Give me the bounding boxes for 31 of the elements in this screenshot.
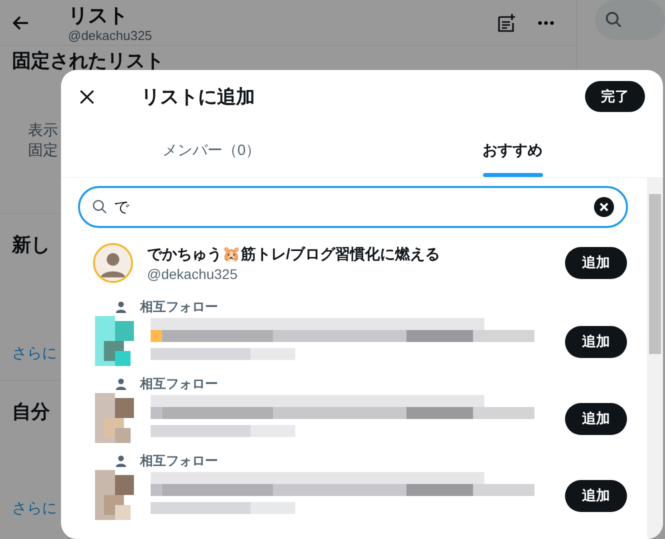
- new-list-icon[interactable]: [496, 12, 516, 32]
- add-button[interactable]: 追加: [565, 403, 627, 435]
- search-field[interactable]: で: [78, 186, 628, 228]
- person-icon: [115, 301, 127, 313]
- tab[interactable]: メンバー（0）: [61, 123, 362, 177]
- tab[interactable]: おすすめ: [362, 123, 663, 177]
- page-title: リスト: [68, 4, 129, 28]
- description-text: 表示: [28, 121, 58, 141]
- section-title: 自分: [12, 401, 50, 425]
- scrollbar[interactable]: [647, 178, 663, 538]
- section-title: 固定されたリスト: [12, 50, 164, 74]
- context-label: 相互フォロー: [140, 375, 218, 393]
- search-field[interactable]: [595, 0, 665, 40]
- done-button[interactable]: 完了: [585, 81, 645, 112]
- dialog-title: リストに追加: [141, 86, 256, 110]
- add-button[interactable]: 追加: [565, 326, 627, 358]
- close-icon[interactable]: [78, 88, 96, 106]
- account-name: でかちゅう🐹筋トレ/ブログ習慣化に燃える: [147, 244, 442, 264]
- add-button[interactable]: 追加: [565, 247, 627, 279]
- clear-icon[interactable]: [594, 197, 614, 217]
- section-title: 新し: [12, 234, 50, 258]
- add-button[interactable]: 追加: [565, 480, 627, 512]
- person-icon: [115, 378, 127, 390]
- account-handle: @dekachu325: [147, 266, 239, 282]
- context-label: 相互フォロー: [140, 298, 218, 316]
- person-icon: [115, 455, 127, 467]
- search-icon: [605, 11, 623, 29]
- avatar: [93, 243, 133, 283]
- context-label: 相互フォロー: [140, 452, 218, 470]
- page-handle: @dekachu325: [68, 28, 154, 44]
- description-text: 固定: [28, 141, 58, 161]
